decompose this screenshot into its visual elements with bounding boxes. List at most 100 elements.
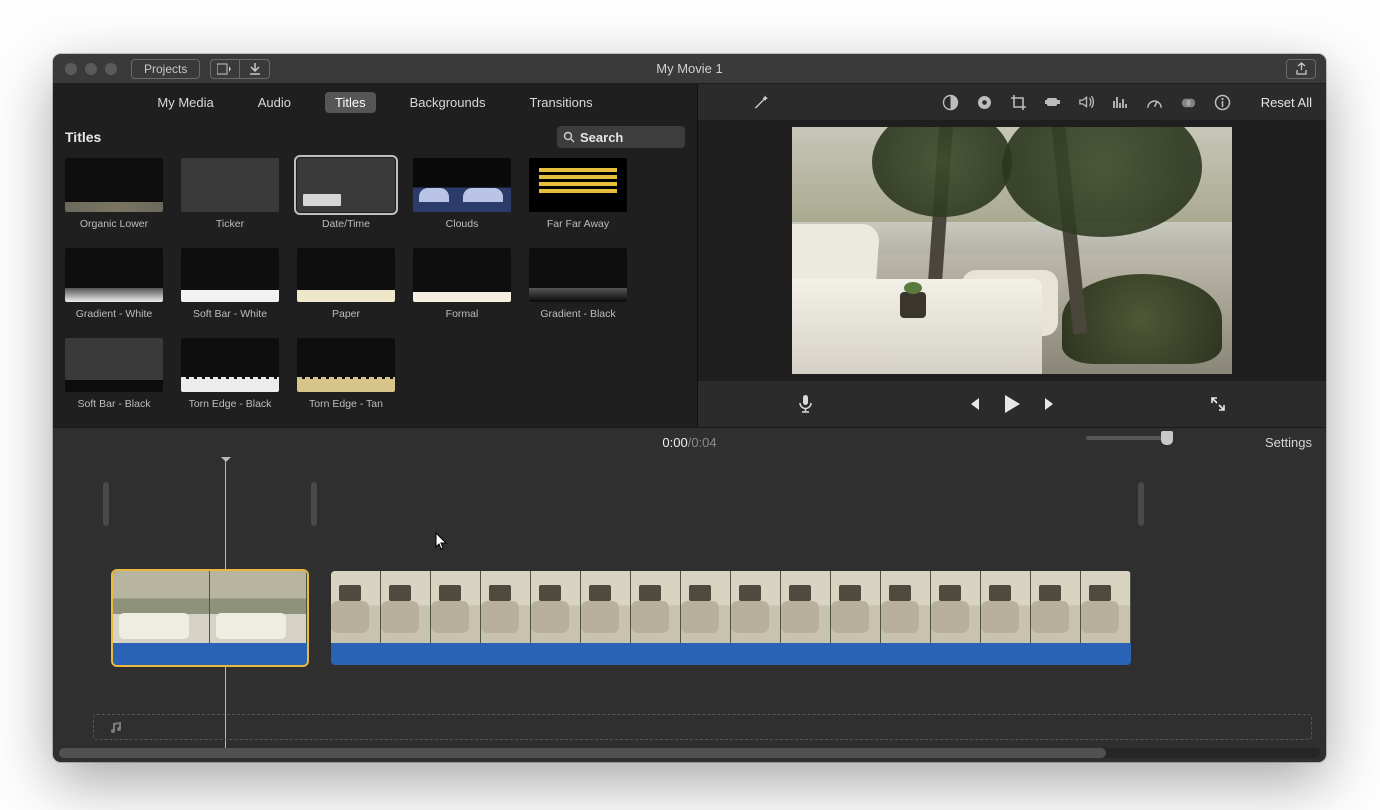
clip-audio[interactable] [113, 643, 307, 665]
timeline-clip[interactable] [113, 571, 307, 665]
tab-transitions[interactable]: Transitions [519, 92, 602, 113]
title-label: Gradient - Black [540, 308, 615, 320]
total-duration: 0:04 [691, 435, 716, 450]
title-tile[interactable]: Organic Lower [65, 158, 163, 230]
title-thumbnail [413, 158, 511, 212]
app-window: Projects My Movie 1 My Media Audio Titles B… [53, 54, 1326, 762]
title-thumbnail [297, 338, 395, 392]
title-tile[interactable]: Soft Bar - White [181, 248, 279, 320]
title-tile[interactable]: Torn Edge - Tan [297, 338, 395, 410]
preview-frame [792, 127, 1232, 374]
inspector-tools [942, 94, 1231, 111]
voiceover-icon[interactable] [798, 394, 813, 414]
title-tile[interactable]: Torn Edge - Black [181, 338, 279, 410]
tab-audio[interactable]: Audio [248, 92, 301, 113]
speed-icon[interactable] [1146, 94, 1163, 111]
window-controls [65, 63, 117, 75]
color-correct-icon[interactable] [976, 94, 993, 111]
section-title: Titles [65, 129, 101, 145]
title-thumbnail [65, 158, 163, 212]
title-thumbnail [297, 158, 395, 212]
playhead-time: 0:00 [662, 435, 687, 450]
clip-handle[interactable] [1138, 482, 1144, 526]
title-label: Soft Bar - White [193, 308, 267, 320]
title-label: Far Far Away [547, 218, 609, 230]
projects-button[interactable]: Projects [131, 59, 200, 79]
title-thumbnail [65, 338, 163, 392]
scrollbar-handle[interactable] [59, 748, 1106, 758]
inspector-bar: Reset All [698, 84, 1326, 120]
next-button[interactable] [1043, 396, 1059, 412]
cursor-icon [435, 532, 449, 550]
search-placeholder: Search [580, 130, 623, 145]
title-tile[interactable]: Clouds [413, 158, 511, 230]
fullscreen-icon[interactable] [1210, 396, 1226, 412]
clip-handle[interactable] [103, 482, 109, 526]
clip-handle[interactable] [311, 482, 317, 526]
zoom-slider[interactable] [1086, 436, 1168, 440]
horizontal-scrollbar[interactable] [59, 748, 1320, 758]
title-label: Ticker [216, 218, 244, 230]
clip-audio[interactable] [331, 643, 1131, 665]
timeline-panel: 0:00 / 0:04 Settings [53, 428, 1326, 762]
title-thumbnail [297, 248, 395, 302]
title-tile[interactable]: Gradient - Black [529, 248, 627, 320]
title-thumbnail [413, 248, 511, 302]
import-button[interactable] [240, 59, 270, 79]
title-thumbnail [181, 338, 279, 392]
close-icon[interactable] [65, 63, 77, 75]
tab-my-media[interactable]: My Media [147, 92, 223, 113]
eq-icon[interactable] [1112, 94, 1129, 111]
prev-button[interactable] [965, 396, 981, 412]
library-view-button[interactable] [210, 59, 240, 79]
title-tile[interactable]: Soft Bar - Black [65, 338, 163, 410]
share-button[interactable] [1286, 59, 1316, 79]
tab-titles[interactable]: Titles [325, 92, 376, 113]
title-tile[interactable]: Date/Time [297, 158, 395, 230]
title-tile[interactable]: Ticker [181, 158, 279, 230]
minimize-icon[interactable] [85, 63, 97, 75]
title-label: Soft Bar - Black [78, 398, 151, 410]
title-label: Torn Edge - Tan [309, 398, 383, 410]
title-thumbnail [529, 248, 627, 302]
search-input[interactable]: Search [557, 126, 685, 148]
title-thumbnail [529, 158, 627, 212]
zoom-handle[interactable] [1161, 431, 1173, 445]
browser-tabs: My Media Audio Titles Backgrounds Transition… [53, 84, 697, 120]
title-thumbnail [65, 248, 163, 302]
timeline[interactable] [53, 456, 1326, 762]
timeline-clip[interactable] [331, 571, 1131, 665]
title-label: Gradient - White [76, 308, 152, 320]
reset-all-button[interactable]: Reset All [1261, 95, 1312, 110]
stabilize-icon[interactable] [1044, 94, 1061, 111]
media-browser: My Media Audio Titles Backgrounds Transition… [53, 84, 698, 427]
tab-backgrounds[interactable]: Backgrounds [400, 92, 496, 113]
settings-button[interactable]: Settings [1265, 435, 1312, 450]
title-label: Date/Time [322, 218, 370, 230]
viewer-panel: Reset All [698, 84, 1326, 427]
color-balance-icon[interactable] [942, 94, 959, 111]
title-tile[interactable]: Formal [413, 248, 511, 320]
title-label: Torn Edge - Black [189, 398, 272, 410]
info-icon[interactable] [1214, 94, 1231, 111]
auto-enhance-icon[interactable] [752, 94, 769, 111]
browser-header: Titles Search [53, 120, 697, 154]
audio-icon[interactable] [1078, 94, 1095, 111]
title-label: Paper [332, 308, 360, 320]
music-icon [110, 720, 124, 734]
title-label: Clouds [446, 218, 479, 230]
preview-viewer[interactable] [698, 120, 1326, 381]
audio-track[interactable] [93, 714, 1312, 740]
title-thumbnail [181, 248, 279, 302]
title-tile[interactable]: Paper [297, 248, 395, 320]
titlebar: Projects My Movie 1 [53, 54, 1326, 84]
title-label: Formal [446, 308, 479, 320]
filter-icon[interactable] [1180, 94, 1197, 111]
search-icon [563, 131, 575, 143]
zoom-icon[interactable] [105, 63, 117, 75]
titles-grid: Organic Lower Ticker Date/Time Clouds Far Fa… [53, 154, 697, 427]
title-tile[interactable]: Far Far Away [529, 158, 627, 230]
title-tile[interactable]: Gradient - White [65, 248, 163, 320]
crop-icon[interactable] [1010, 94, 1027, 111]
play-button[interactable] [1003, 394, 1021, 414]
